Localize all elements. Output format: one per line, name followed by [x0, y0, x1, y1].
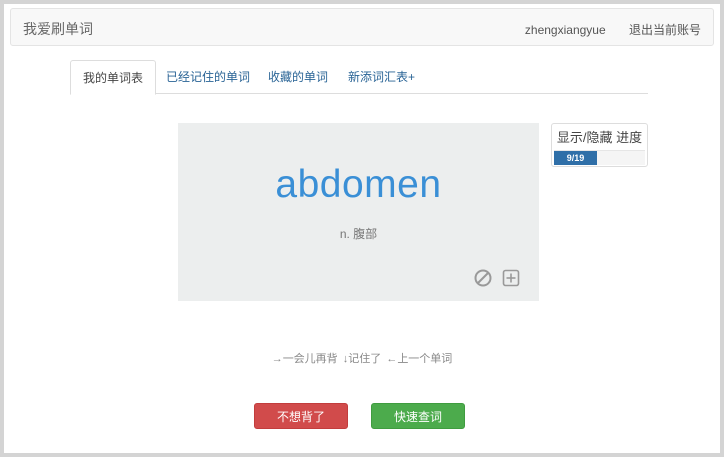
progress-bar: 9/19 — [554, 150, 645, 165]
top-navbar: 我爱刷单词 zhengxiangyue 退出当前账号 — [10, 8, 714, 46]
word-card: abdomen n. 腹部 — [178, 123, 539, 301]
tab-add-wordlist[interactable]: 新添词汇表+ — [336, 60, 427, 94]
nav-right: zhengxiangyue 退出当前账号 — [505, 21, 701, 38]
hint-remembered: ↓记住了 — [342, 353, 382, 365]
tab-bar: 我的单词表 已经记住的单词 收藏的单词 新添词汇表+ — [70, 60, 648, 95]
ban-icon[interactable] — [474, 269, 492, 287]
app-frame: 我爱刷单词 zhengxiangyue 退出当前账号 我的单词表 已经记住的单词… — [4, 4, 720, 453]
brand-title[interactable]: 我爱刷单词 — [23, 19, 93, 39]
tab-my-wordlist[interactable]: 我的单词表 — [70, 60, 157, 95]
tab-remembered-words[interactable]: 已经记住的单词 — [154, 60, 262, 94]
progress-toggle[interactable]: 显示/隐藏 进度 — [552, 127, 647, 146]
hint-later: →一会儿再背 — [271, 353, 338, 365]
plus-square-icon[interactable] — [502, 269, 520, 287]
progress-panel: 显示/隐藏 进度 9/19 — [551, 123, 648, 167]
progress-fill: 9/19 — [554, 151, 598, 165]
word-text: abdomen — [275, 163, 442, 206]
quick-lookup-button[interactable]: 快速查词 — [371, 403, 465, 429]
logout-link[interactable]: 退出当前账号 — [629, 23, 701, 37]
hint-previous: ←上一个单词 — [386, 353, 453, 365]
keyboard-hints: →一会儿再背 ↓记住了 ←上一个单词 — [4, 350, 720, 366]
word-meaning: n. 腹部 — [339, 227, 378, 241]
tab-favorite-words[interactable]: 收藏的单词 — [256, 60, 340, 94]
skip-button[interactable]: 不想背了 — [254, 403, 348, 429]
username-link[interactable]: zhengxiangyue — [525, 23, 606, 37]
